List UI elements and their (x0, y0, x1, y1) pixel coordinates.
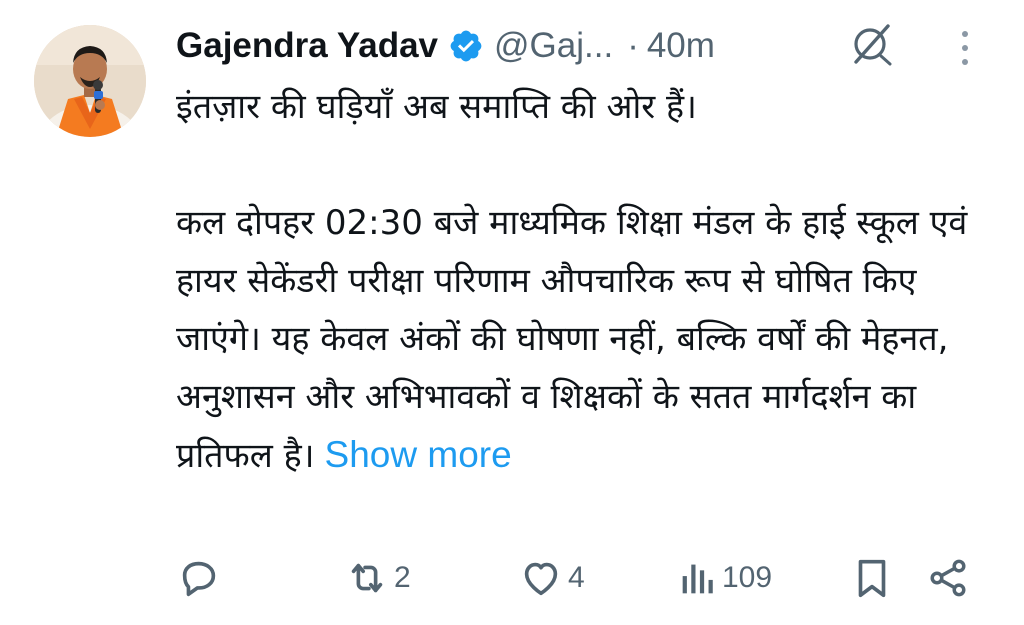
bookmark-button[interactable] (852, 552, 892, 604)
verified-badge-icon (450, 30, 482, 62)
post-paragraph-2-text: कल दोपहर 02:30 बजे माध्यमिक शिक्षा मंडल … (176, 203, 968, 476)
avatar-image (34, 25, 146, 137)
post-body: इंतज़ार की घड़ियाँ अब समाप्ति की ओर हैं।… (176, 78, 1006, 485)
share-button[interactable] (926, 552, 970, 604)
grok-icon[interactable] (848, 20, 896, 68)
avatar[interactable] (34, 25, 146, 137)
author-name[interactable]: Gajendra Yadav (176, 26, 438, 66)
views-icon (682, 564, 713, 594)
retweet-icon (351, 563, 383, 593)
reply-button[interactable] (176, 552, 222, 604)
views-count: 109 (722, 561, 773, 594)
like-button[interactable]: 4 (518, 552, 585, 604)
post-timestamp[interactable]: 40m (647, 26, 715, 66)
like-icon (524, 562, 558, 596)
show-more-link[interactable]: Show more (325, 434, 512, 475)
action-bar: 2 4 109 (176, 552, 976, 604)
post-paragraph-2: कल दोपहर 02:30 बजे माध्यमिक शिक्षा मंडल … (176, 194, 1006, 485)
post-paragraph-1: इंतज़ार की घड़ियाँ अब समाप्ति की ओर हैं। (176, 87, 697, 127)
like-count: 4 (568, 561, 585, 594)
more-vertical-icon[interactable] (958, 28, 972, 68)
views-button[interactable]: 109 (678, 552, 772, 604)
reply-icon (182, 561, 216, 597)
author-handle[interactable]: @Gaj... (494, 26, 613, 66)
retweet-count: 2 (394, 561, 411, 594)
bookmark-icon (858, 559, 886, 598)
share-icon (930, 559, 966, 597)
separator-dot: · (627, 26, 639, 65)
retweet-button[interactable]: 2 (344, 552, 411, 604)
